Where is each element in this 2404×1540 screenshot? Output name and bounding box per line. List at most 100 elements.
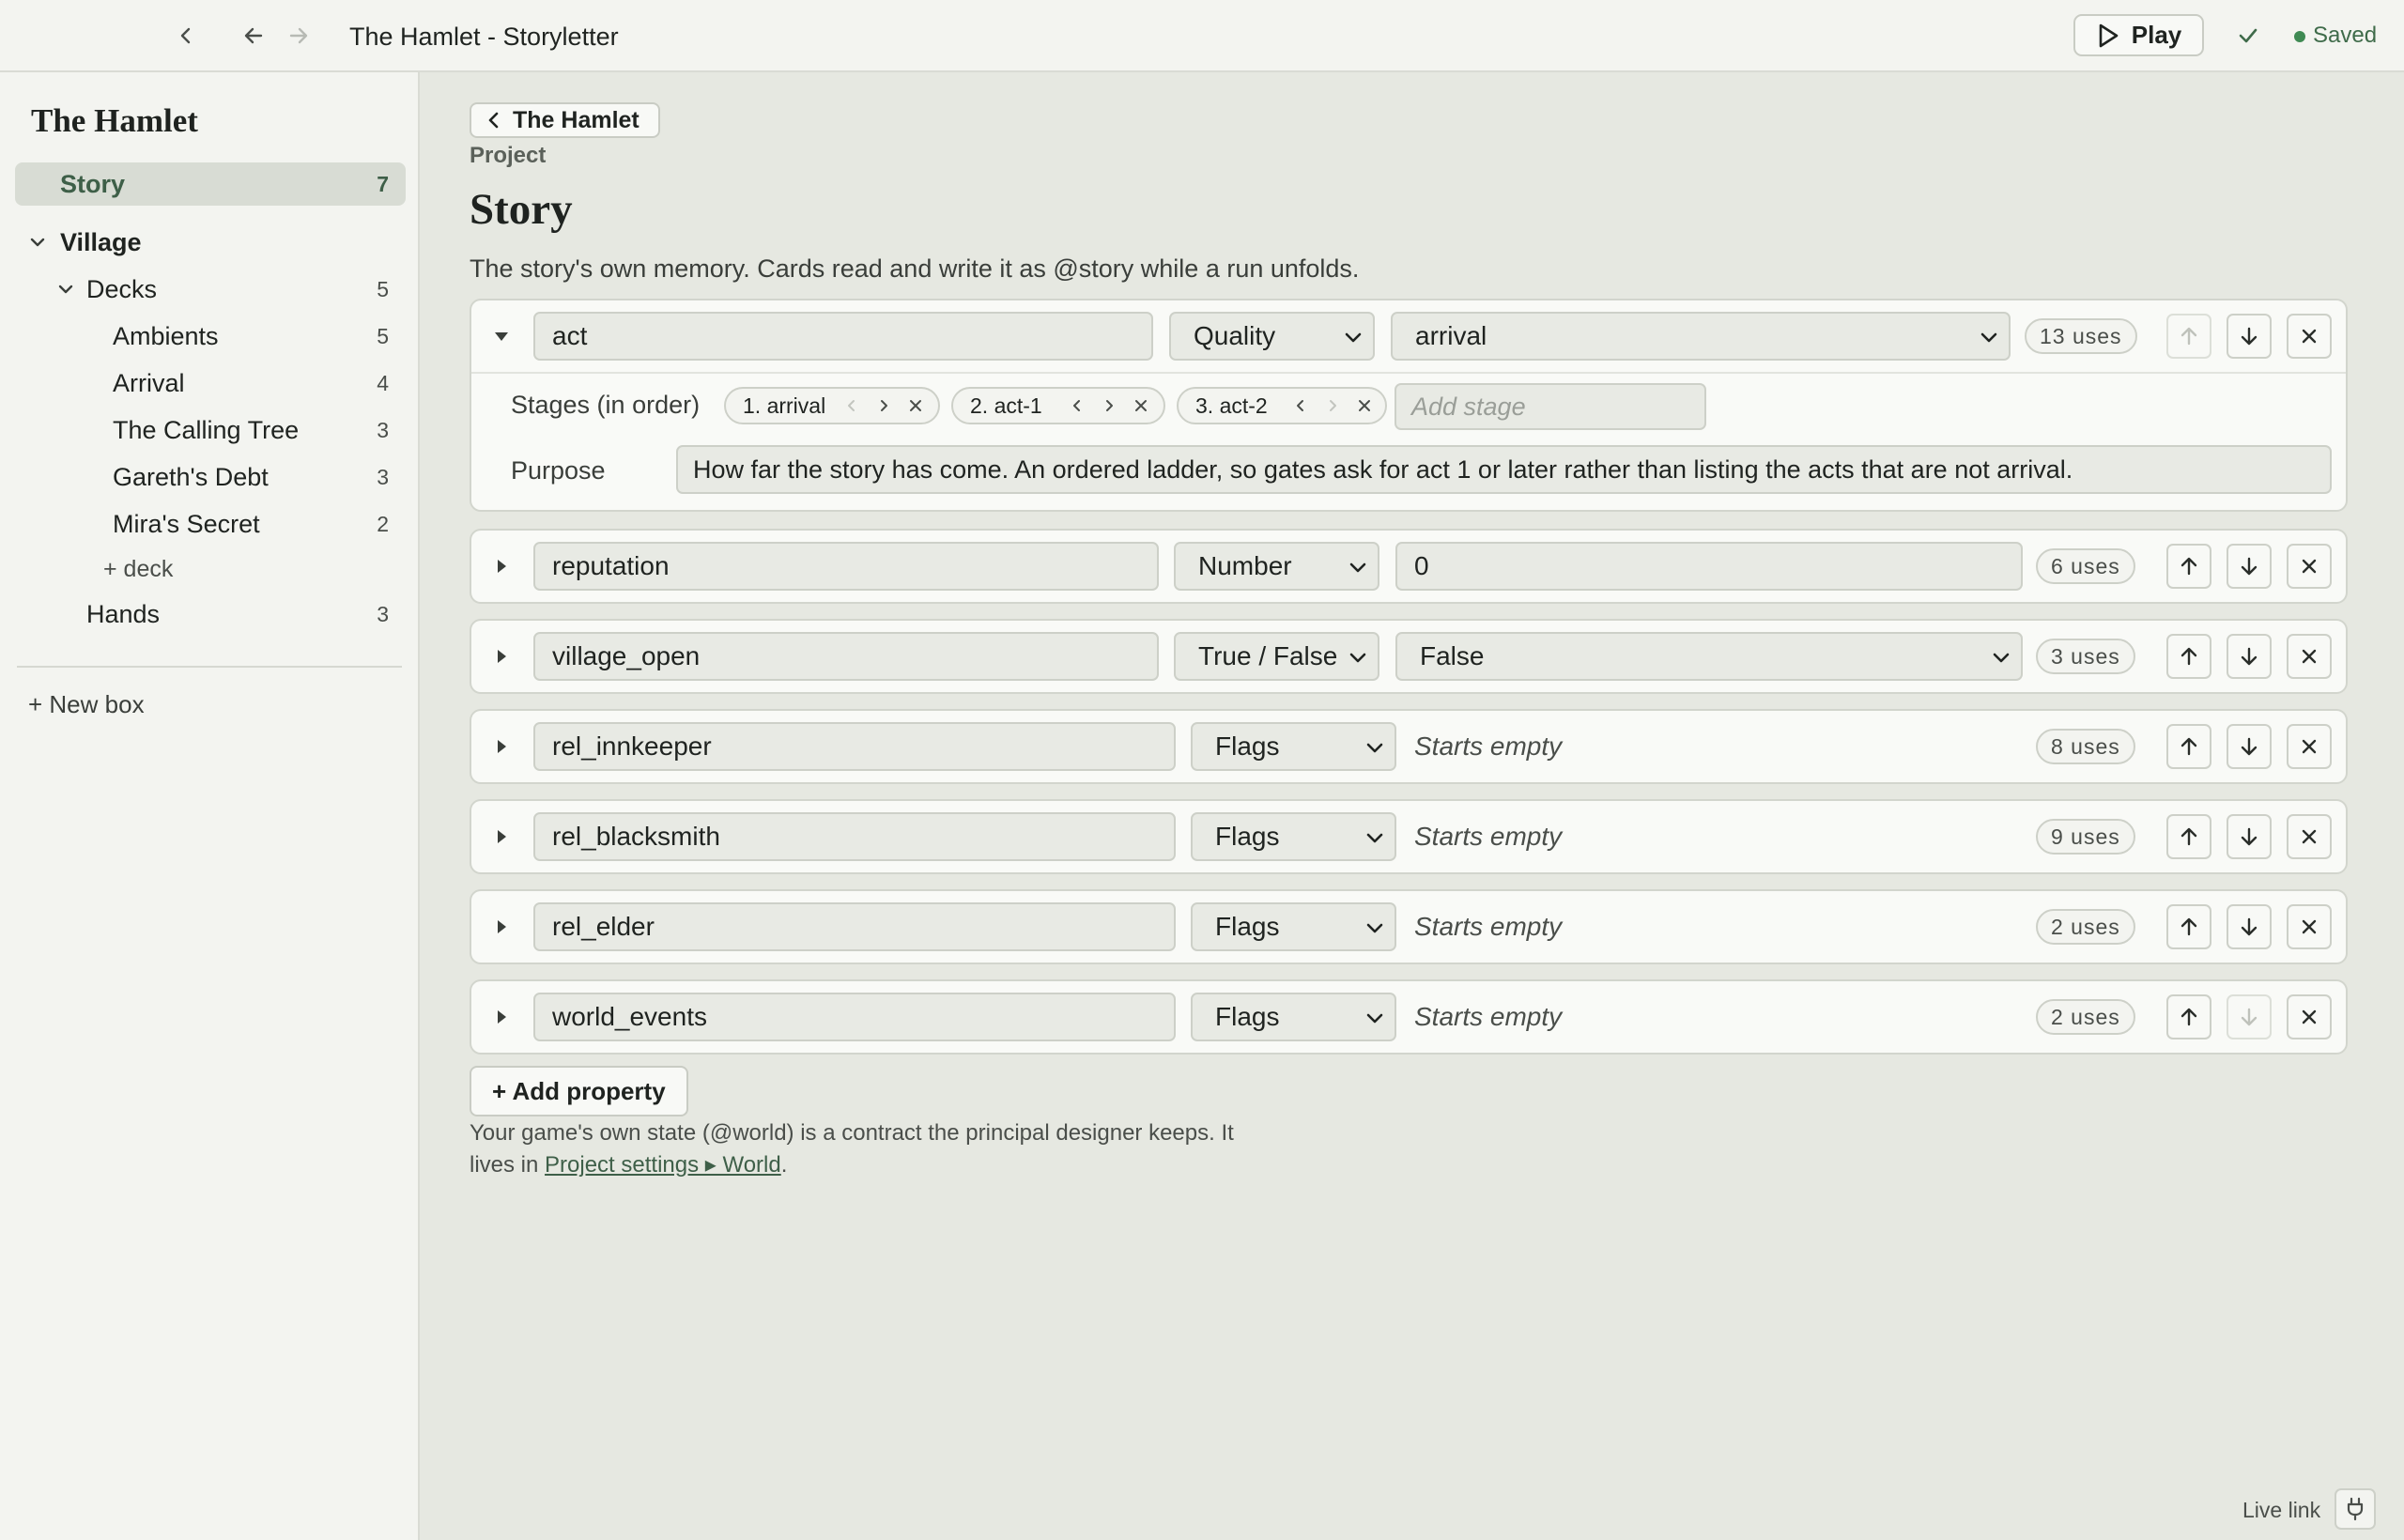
disclosure-closed-icon[interactable] xyxy=(492,647,511,666)
sidebar-item-deck[interactable]: Mira's Secret 2 xyxy=(113,502,389,546)
property-card-rel-elder: rel_elder Flags Starts empty 2 uses xyxy=(470,889,2348,964)
arrow-down-icon xyxy=(2241,647,2258,666)
delete-property-button[interactable] xyxy=(2287,994,2332,1040)
arrow-down-icon xyxy=(2241,737,2258,756)
property-default-value: arrival xyxy=(1415,321,1487,350)
property-name-input[interactable]: reputation xyxy=(533,542,1159,591)
sidebar-item-label: Ambients xyxy=(113,321,219,350)
sidebar-item-deck[interactable]: Ambients 5 xyxy=(113,315,389,358)
play-button[interactable]: Play xyxy=(2073,14,2204,56)
move-up-button[interactable] xyxy=(2166,314,2211,359)
back-button[interactable] xyxy=(237,19,270,53)
property-name-input[interactable]: rel_innkeeper xyxy=(533,722,1176,771)
property-name-input[interactable]: world_events xyxy=(533,993,1176,1041)
sidebar-item-village[interactable]: Village xyxy=(28,221,404,264)
close-icon[interactable] xyxy=(1357,398,1372,413)
sidebar-project-name: The Hamlet xyxy=(31,102,198,139)
chevron-right-icon[interactable] xyxy=(876,398,891,413)
move-down-button[interactable] xyxy=(2227,634,2272,679)
property-default-select[interactable]: arrival xyxy=(1391,312,2011,361)
property-default-empty: Starts empty xyxy=(1414,822,1563,851)
move-down-button[interactable] xyxy=(2227,544,2272,589)
move-up-button[interactable] xyxy=(2166,634,2211,679)
purpose-input[interactable]: How far the story has come. An ordered l… xyxy=(676,445,2332,494)
uses-badge: 8 uses xyxy=(2036,729,2135,764)
move-down-button[interactable] xyxy=(2227,814,2272,859)
property-name-input[interactable]: act xyxy=(533,312,1153,361)
disclosure-closed-icon[interactable] xyxy=(492,557,511,576)
delete-property-button[interactable] xyxy=(2287,634,2332,679)
sidebar-item-label: Arrival xyxy=(113,368,185,397)
sidebar-item-story[interactable]: Story 7 xyxy=(15,162,406,206)
chevron-right-icon[interactable] xyxy=(1102,398,1117,413)
property-type-value: Flags xyxy=(1215,912,1280,941)
sidebar-item-label: Gareth's Debt xyxy=(113,462,269,491)
move-down-button[interactable] xyxy=(2227,994,2272,1040)
property-type-select[interactable]: Number xyxy=(1174,542,1379,591)
delete-property-button[interactable] xyxy=(2287,314,2332,359)
property-default-input[interactable]: 0 xyxy=(1395,542,2023,591)
move-down-button[interactable] xyxy=(2227,904,2272,949)
live-link-button[interactable] xyxy=(2335,1488,2376,1530)
property-name-input[interactable]: rel_blacksmith xyxy=(533,812,1176,861)
sidebar-item-label: Hands xyxy=(86,599,161,628)
add-stage-input[interactable]: Add stage xyxy=(1395,383,1706,430)
property-type-select[interactable]: True / False xyxy=(1174,632,1379,681)
add-property-button[interactable]: + Add property xyxy=(470,1066,688,1116)
chevron-left-icon[interactable] xyxy=(1293,398,1308,413)
property-type-select[interactable]: Flags xyxy=(1191,812,1396,861)
property-default-value: False xyxy=(1420,641,1485,670)
chevron-right-icon[interactable] xyxy=(1325,398,1340,413)
window-title: The Hamlet - Storyletter xyxy=(349,23,619,51)
chevron-left-icon[interactable] xyxy=(844,398,859,413)
sidebar-item-deck[interactable]: The Calling Tree 3 xyxy=(113,408,389,452)
move-up-button[interactable] xyxy=(2166,724,2211,769)
close-icon xyxy=(2302,1009,2317,1024)
close-icon[interactable] xyxy=(908,398,923,413)
property-type-select[interactable]: Flags xyxy=(1191,993,1396,1041)
forward-button[interactable] xyxy=(282,19,316,53)
property-name-input[interactable]: rel_elder xyxy=(533,902,1176,951)
sidebar-item-label: Mira's Secret xyxy=(113,509,260,538)
saved-status-label: Saved xyxy=(2313,23,2378,48)
property-type-select[interactable]: Quality xyxy=(1169,312,1375,361)
sidebar-item-deck[interactable]: Gareth's Debt 3 xyxy=(113,455,389,499)
move-up-button[interactable] xyxy=(2166,814,2211,859)
arrow-up-icon xyxy=(2181,1008,2197,1026)
property-default-empty: Starts empty xyxy=(1414,912,1563,941)
collapse-sidebar-button[interactable] xyxy=(169,19,203,53)
move-down-button[interactable] xyxy=(2227,314,2272,359)
back-to-project-button[interactable]: The Hamlet xyxy=(470,102,660,138)
sidebar-item-count: 3 xyxy=(377,601,389,626)
sidebar-item-deck[interactable]: Arrival 4 xyxy=(113,362,389,405)
close-icon xyxy=(2302,829,2317,844)
disclosure-closed-icon[interactable] xyxy=(492,1008,511,1026)
saved-status-dot xyxy=(2294,31,2305,42)
property-name-input[interactable]: village_open xyxy=(533,632,1159,681)
close-icon[interactable] xyxy=(1133,398,1148,413)
chevron-down-icon[interactable] xyxy=(56,280,75,299)
delete-property-button[interactable] xyxy=(2287,544,2332,589)
delete-property-button[interactable] xyxy=(2287,814,2332,859)
disclosure-closed-icon[interactable] xyxy=(492,917,511,936)
delete-property-button[interactable] xyxy=(2287,904,2332,949)
move-up-button[interactable] xyxy=(2166,994,2211,1040)
new-box-button[interactable]: + New box xyxy=(28,690,145,719)
chevron-down-icon[interactable] xyxy=(28,233,47,252)
move-up-button[interactable] xyxy=(2166,544,2211,589)
add-deck-button[interactable]: + deck xyxy=(103,547,173,591)
move-up-button[interactable] xyxy=(2166,904,2211,949)
disclosure-closed-icon[interactable] xyxy=(492,827,511,846)
move-down-button[interactable] xyxy=(2227,724,2272,769)
disclosure-open-icon[interactable] xyxy=(492,327,511,346)
property-default-select[interactable]: False xyxy=(1395,632,2023,681)
sidebar-item-hands[interactable]: Hands 3 xyxy=(86,593,389,636)
property-type-select[interactable]: Flags xyxy=(1191,722,1396,771)
disclosure-closed-icon[interactable] xyxy=(492,737,511,756)
sidebar-item-decks[interactable]: Decks 5 xyxy=(56,268,389,311)
project-settings-world-link[interactable]: Project settings ▸ World xyxy=(545,1152,781,1178)
property-type-select[interactable]: Flags xyxy=(1191,902,1396,951)
chevron-left-icon[interactable] xyxy=(1070,398,1085,413)
delete-property-button[interactable] xyxy=(2287,724,2332,769)
property-card-rel-innkeeper: rel_innkeeper Flags Starts empty 8 uses xyxy=(470,709,2348,784)
